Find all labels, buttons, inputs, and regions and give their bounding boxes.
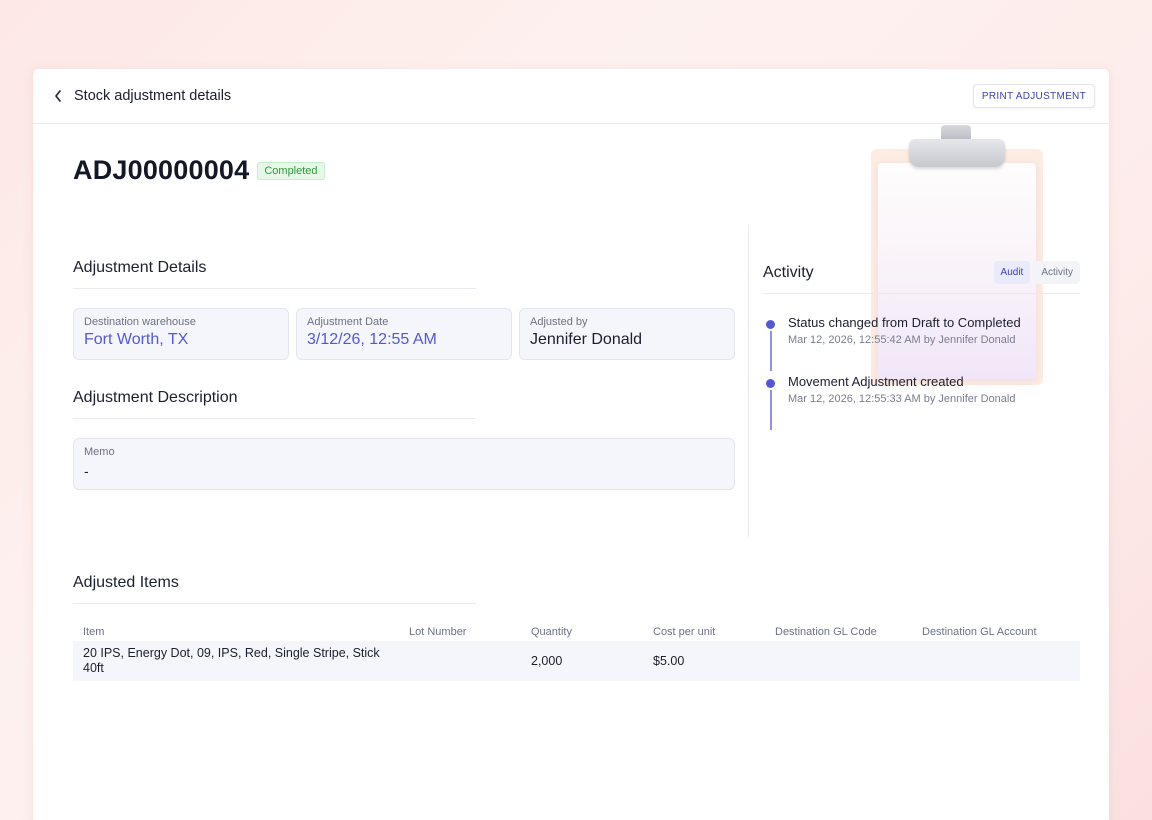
lot-number-cell (399, 641, 521, 681)
event-text: Status changed from Draft to Completed (788, 315, 1021, 330)
status-badge: Completed (257, 161, 325, 180)
adjustment-description-title: Adjustment Description (73, 389, 476, 419)
clipboard-clip (909, 139, 1005, 167)
activity-timeline: Status changed from Draft to Completed M… (763, 315, 1080, 433)
quantity-cell: 2,000 (521, 641, 643, 681)
item-name-line: 20 IPS, Energy Dot, 09, IPS, Red, Single… (83, 646, 380, 660)
timeline-line (770, 331, 772, 371)
timeline-event: Status changed from Draft to Completed M… (763, 315, 1080, 374)
top-bar: Stock adjustment details PRINT ADJUSTMEN… (33, 69, 1109, 124)
adjustment-details-card: Stock adjustment details PRINT ADJUSTMEN… (33, 69, 1109, 820)
item-cell: 20 IPS, Energy Dot, 09, IPS, Red, Single… (73, 641, 399, 681)
column-header-gl-account: Destination GL Account (922, 626, 1037, 638)
field-label: Adjustment Date (307, 316, 389, 328)
adjustment-details-title: Adjustment Details (73, 259, 476, 289)
destination-warehouse-field: Destination warehouse Fort Worth, TX (73, 308, 289, 360)
event-text: Movement Adjustment created (788, 374, 964, 389)
adjustment-date-value[interactable]: 3/12/26, 12:55 AM (307, 331, 501, 349)
adjusted-items-title: Adjusted Items (73, 574, 476, 604)
column-header-cost-per-unit: Cost per unit (653, 626, 716, 638)
tab-activity[interactable]: Activity (1034, 261, 1080, 284)
item-name-line: 40ft (83, 661, 104, 675)
timeline-dot (766, 379, 775, 388)
event-meta: Mar 12, 2026, 12:55:42 AM by Jennifer Do… (788, 334, 1016, 346)
field-label: Adjusted by (530, 316, 588, 328)
destination-warehouse-link[interactable]: Fort Worth, TX (84, 331, 278, 349)
adjustment-id: ADJ00000004 (73, 155, 250, 185)
gl-account-cell (912, 641, 1080, 681)
detail-fields: Destination warehouse Fort Worth, TX Adj… (73, 308, 735, 360)
timeline-dot (766, 320, 775, 329)
tab-audit[interactable]: Audit (993, 261, 1031, 284)
column-header-lot-number: Lot Number (409, 626, 467, 638)
activity-title: Activity (763, 263, 814, 281)
activity-header: Activity Audit Activity (763, 261, 1080, 294)
field-label: Destination warehouse (84, 316, 196, 328)
column-header-quantity: Quantity (531, 626, 572, 638)
memo-value: - (84, 463, 89, 479)
adjusted-by-field: Adjusted by Jennifer Donald (519, 308, 735, 360)
details-column: Adjustment Details Destination warehouse… (73, 259, 735, 490)
adjustment-date-field: Adjustment Date 3/12/26, 12:55 AM (296, 308, 512, 360)
page-header-title: Stock adjustment details (74, 88, 232, 104)
event-meta: Mar 12, 2026, 12:55:33 AM by Jennifer Do… (788, 393, 1016, 405)
activity-panel: Activity Audit Activity Status changed f… (763, 261, 1080, 433)
activity-toggle: Audit Activity (993, 261, 1080, 284)
cost-cell: $5.00 (643, 641, 765, 681)
column-header-gl-code: Destination GL Code (775, 626, 877, 638)
memo-label: Memo (84, 446, 115, 458)
memo-field: Memo - (73, 438, 735, 490)
print-adjustment-button[interactable]: PRINT ADJUSTMENT (972, 84, 1095, 108)
column-header-item: Item (83, 626, 105, 638)
adjusted-by-value: Jennifer Donald (530, 331, 643, 348)
timeline-line (770, 390, 772, 430)
back-button[interactable] (51, 89, 65, 103)
chevron-left-icon (55, 90, 61, 102)
adjusted-items-table: Item Lot Number Quantity Cost per unit D… (73, 618, 1080, 681)
table-header-row: Item Lot Number Quantity Cost per unit D… (73, 618, 1080, 641)
column-divider (748, 225, 749, 537)
timeline-event: Movement Adjustment created Mar 12, 2026… (763, 374, 1080, 433)
adjustment-heading: ADJ00000004 Completed (73, 155, 325, 186)
adjusted-items-section: Adjusted Items Item Lot Number Quantity … (73, 574, 1080, 681)
table-row[interactable]: 20 IPS, Energy Dot, 09, IPS, Red, Single… (73, 641, 1080, 681)
gl-code-cell (765, 641, 912, 681)
